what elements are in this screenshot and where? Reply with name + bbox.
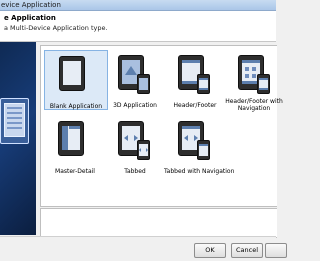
template-label: Tabbed with Navigation	[164, 168, 235, 175]
template-tile-tabbed[interactable]: Tabbed	[104, 116, 166, 175]
template-label: Header/Footer	[173, 102, 217, 109]
template-tile-blank[interactable]: Blank Application	[44, 50, 108, 110]
wizard-footer: OK Cancel	[0, 236, 287, 261]
template-label: 3D Application	[113, 102, 157, 109]
page-title: e Application	[4, 14, 56, 22]
help-button[interactable]	[265, 243, 287, 258]
ok-button[interactable]: OK	[194, 243, 226, 258]
cancel-button[interactable]: Cancel	[231, 243, 263, 258]
blank-template-icon	[59, 56, 85, 91]
window-title: evice Application	[1, 1, 61, 9]
template-label: Tabbed	[124, 168, 146, 175]
wizard-header: e Application a Multi-Device Application…	[0, 11, 276, 42]
template-description-box	[40, 208, 277, 238]
template-tile-tabbed-navigation[interactable]: Tabbed with Navigation	[164, 116, 235, 175]
template-label: Header/Footer with Navigation	[225, 98, 283, 112]
window-title-bar: evice Application	[0, 0, 276, 11]
template-tile-master-detail[interactable]: Master-Detail	[44, 116, 106, 175]
template-tile-header-footer[interactable]: Header/Footer	[164, 50, 226, 109]
template-label: Master-Detail	[55, 168, 95, 175]
template-tile-3d[interactable]: 3D Application	[104, 50, 166, 109]
template-label: Blank Application	[49, 103, 103, 110]
tabbed-nav-phone-icon	[197, 140, 210, 160]
tablet-illustration-icon	[0, 98, 29, 144]
3d-phone-icon	[137, 74, 150, 94]
template-gallery: Blank Application 3D Application Header/…	[40, 45, 283, 207]
page-subtitle: a Multi-Device Application type.	[4, 24, 108, 32]
header-footer-nav-phone-icon	[257, 74, 270, 94]
master-detail-template-icon	[58, 121, 84, 156]
template-tile-header-footer-navigation[interactable]: Header/Footer with Navigation	[224, 50, 284, 112]
header-footer-phone-icon	[197, 74, 210, 94]
wizard-side-banner	[0, 42, 36, 235]
tabbed-phone-icon	[137, 140, 150, 160]
